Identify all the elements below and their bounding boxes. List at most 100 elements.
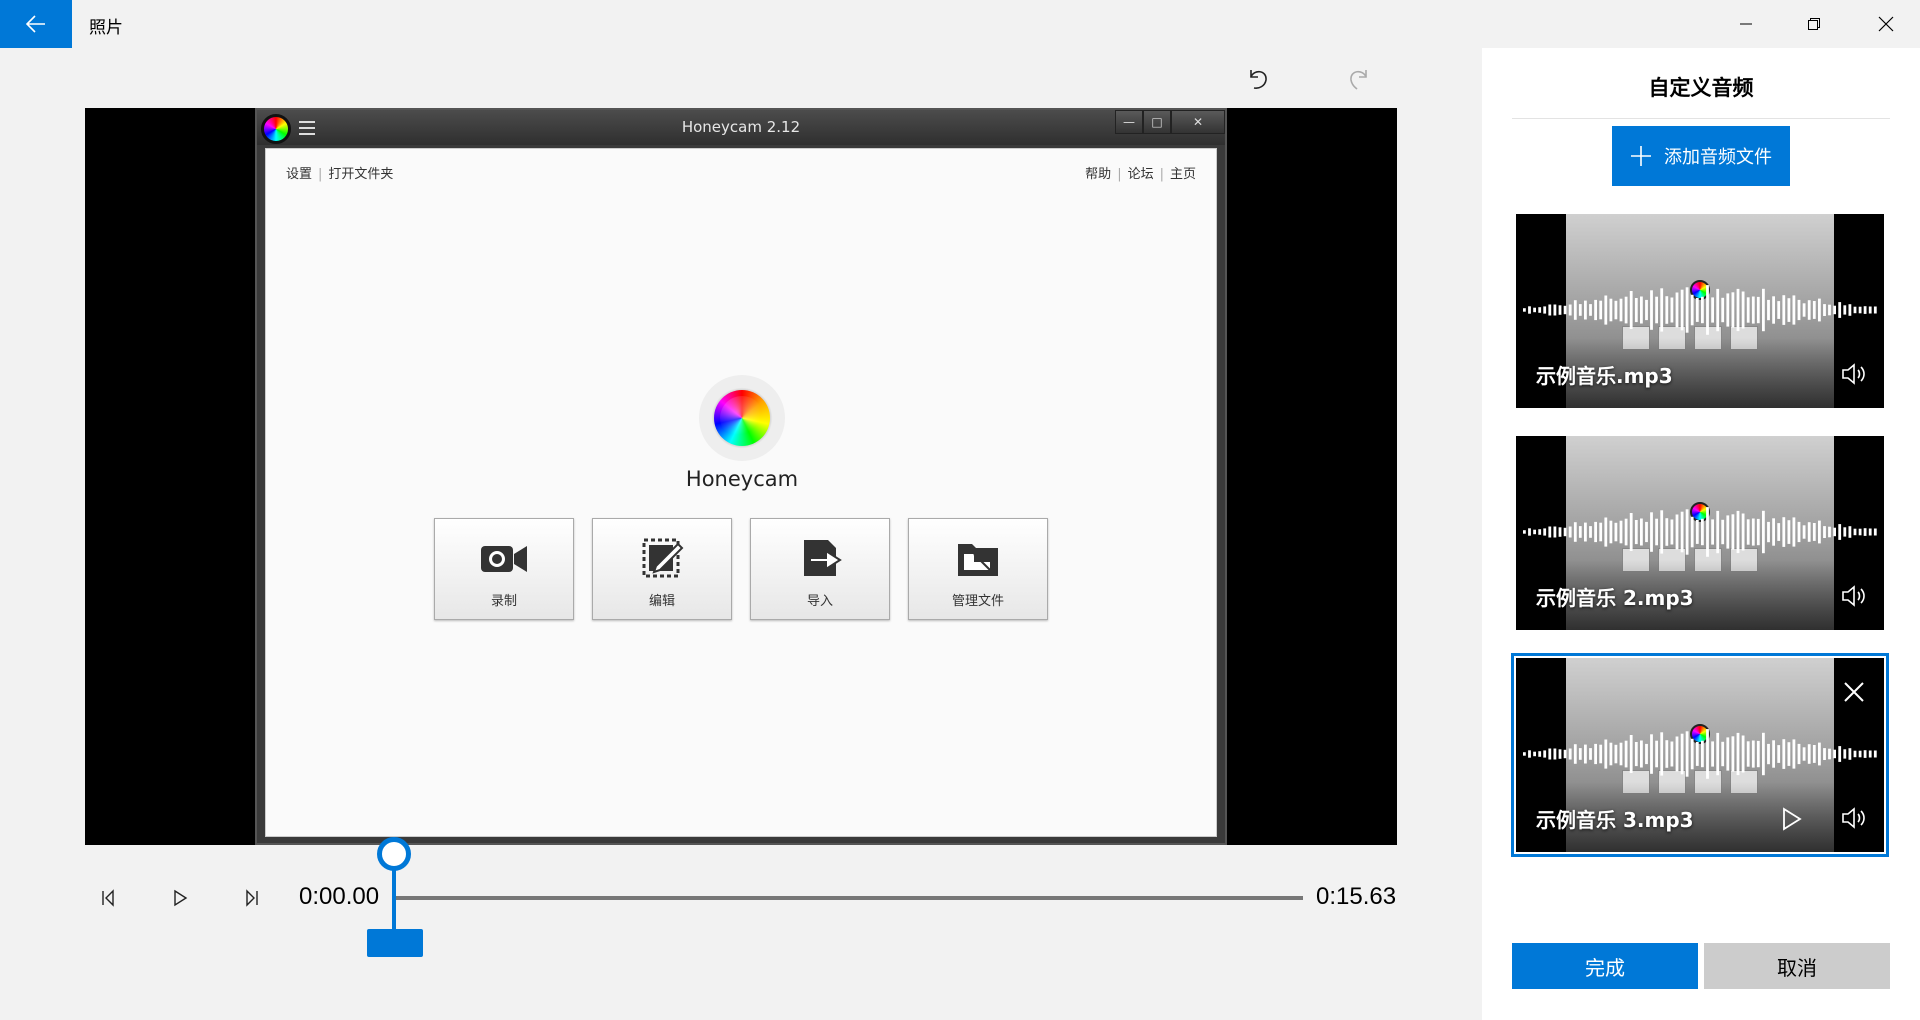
waveform-bar <box>1751 518 1755 546</box>
waveform-bar <box>1568 304 1572 316</box>
arrow-left-icon <box>26 15 45 33</box>
volume-icon[interactable] <box>1840 360 1868 388</box>
waveform-bar <box>1645 743 1648 765</box>
waveform-bar <box>1792 517 1796 547</box>
close-window-button[interactable] <box>1852 0 1920 48</box>
minimize-button[interactable] <box>1712 0 1780 48</box>
redo-button[interactable] <box>1339 60 1379 96</box>
waveform-bar <box>1731 292 1735 328</box>
waveform-bar <box>1711 519 1714 545</box>
waveform-bar <box>1721 741 1725 767</box>
waveform-bar <box>1858 750 1862 758</box>
waveform-bar <box>1604 295 1608 325</box>
video-app-window-title: Honeycam 2.12 <box>681 118 801 136</box>
playhead-bottom-handle[interactable] <box>367 929 423 957</box>
tile-manage-files: 管理文件 <box>908 518 1048 620</box>
waveform-bar <box>1578 748 1582 760</box>
volume-icon[interactable] <box>1840 804 1868 832</box>
video-app-name: Honeycam <box>685 467 799 491</box>
waveform-bar <box>1650 734 1653 774</box>
waveform-bar <box>1604 517 1608 547</box>
waveform-bar <box>1538 751 1542 757</box>
video-app-client: 设置 | 打开文件夹 帮助 | 论坛 | 主页 Honeycam 录制 编辑 导入 <box>265 148 1217 837</box>
waveform-bar <box>1812 301 1816 319</box>
waveform-bar <box>1660 732 1664 776</box>
play-audio-icon[interactable] <box>1780 806 1804 832</box>
menu-home: 主页 <box>1169 167 1196 182</box>
menu-settings: 设置 <box>286 167 313 182</box>
waveform-bar <box>1523 752 1526 756</box>
cancel-button[interactable]: 取消 <box>1704 943 1890 989</box>
waveform-bar <box>1843 305 1847 315</box>
waveform-bar <box>1711 741 1714 767</box>
waveform-bar <box>1523 308 1526 312</box>
audio-card-name: 示例音乐 2.mp3 <box>1536 586 1694 610</box>
waveform-bar <box>1609 742 1613 766</box>
volume-icon[interactable] <box>1840 582 1868 610</box>
waveform-bar <box>1716 732 1720 776</box>
waveform-bar <box>1782 517 1786 547</box>
timeline-track[interactable] <box>395 896 1303 900</box>
step-forward-icon <box>246 889 258 907</box>
waveform-bar <box>1690 294 1694 326</box>
waveform-bar <box>1609 298 1613 322</box>
minimize-icon <box>1740 23 1752 25</box>
waveform-bar <box>1599 300 1603 320</box>
waveform-bar <box>1706 729 1709 779</box>
audio-card-3[interactable]: 示例音乐 3.mp3 <box>1511 653 1889 857</box>
waveform-bar <box>1619 298 1623 322</box>
done-button[interactable]: 完成 <box>1512 943 1698 989</box>
waveform-bar <box>1594 299 1597 321</box>
waveform-bar <box>1563 305 1567 315</box>
previous-frame-button[interactable] <box>90 882 126 914</box>
waveform-bar <box>1767 521 1770 543</box>
waveform-bar <box>1858 306 1862 314</box>
waveform-bar <box>1589 304 1592 316</box>
waveform-bar <box>1706 285 1709 335</box>
waveform-bar <box>1629 513 1633 551</box>
waveform-bar <box>1838 302 1842 318</box>
waveform-bar <box>1731 514 1735 550</box>
waveform-bar <box>1629 291 1633 329</box>
folder-icon <box>958 544 998 576</box>
remove-audio-close-icon[interactable] <box>1842 680 1866 704</box>
waveform-bar <box>1746 519 1750 545</box>
waveform-bar <box>1726 737 1730 771</box>
waveform-bar <box>1584 522 1587 542</box>
back-button[interactable] <box>0 0 72 48</box>
waveform-bar <box>1807 300 1811 320</box>
waveform-bar <box>1665 296 1669 324</box>
waveform-bar <box>1797 521 1801 543</box>
waveform-bar <box>1741 735 1745 773</box>
waveform-bar <box>1726 515 1730 549</box>
play-button[interactable] <box>162 882 198 914</box>
waveform-bar <box>1578 526 1582 538</box>
waveform-bar <box>1568 526 1572 538</box>
edit-icon <box>642 538 684 578</box>
next-frame-button[interactable] <box>234 882 270 914</box>
waveform-bar <box>1828 526 1831 538</box>
waveform-bar <box>1863 750 1867 758</box>
waveform-bar <box>1660 510 1664 554</box>
waveform-bar <box>1695 520 1699 544</box>
restore-icon <box>1808 18 1820 30</box>
waveform-bar <box>1807 522 1811 542</box>
add-audio-file-button[interactable]: 添加音频文件 <box>1612 126 1790 186</box>
video-preview[interactable]: Honeycam 2.12 — □ ✕ 设置 | 打开文件夹 帮助 | 论坛 | 主页 Ho… <box>85 108 1397 845</box>
playhead-handle[interactable] <box>377 837 411 871</box>
audio-card-1[interactable]: 示例音乐.mp3 <box>1516 214 1884 408</box>
restore-button[interactable] <box>1780 0 1848 48</box>
waveform-bar <box>1655 740 1658 768</box>
audio-card-2[interactable]: 示例音乐 2.mp3 <box>1516 436 1884 630</box>
waveform-bar <box>1868 528 1872 536</box>
waveform-bar <box>1787 742 1791 766</box>
waveform-bar <box>1701 518 1704 546</box>
waveform-bar <box>1690 738 1694 770</box>
undo-button[interactable] <box>1238 60 1278 96</box>
waveform-bar <box>1614 744 1618 764</box>
waveform-bar <box>1731 736 1735 772</box>
waveform-bar <box>1604 739 1608 769</box>
waveform-bar <box>1589 526 1592 538</box>
honeycam-big-logo-icon <box>699 375 785 461</box>
waveform-bar <box>1873 306 1877 314</box>
